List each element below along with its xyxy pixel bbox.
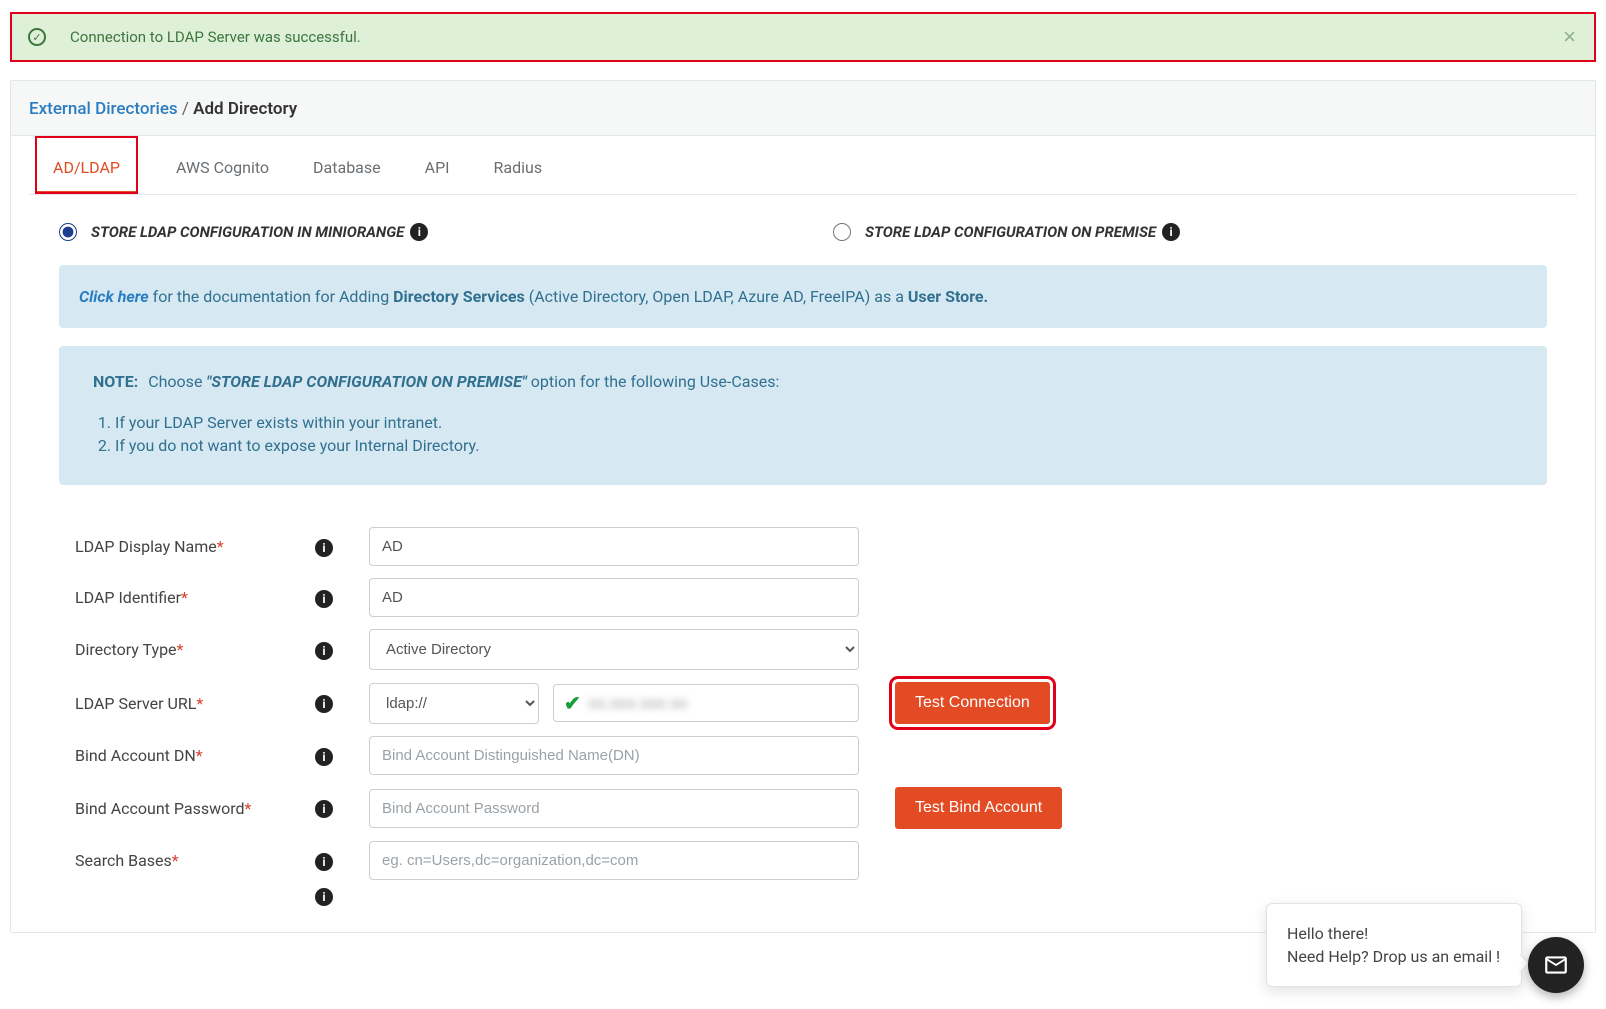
radio-store-miniorange-input[interactable]	[59, 223, 77, 241]
ldap-server-url-label: LDAP Server URL	[75, 694, 196, 713]
chat-help-bubble: Hello there! Need Help? Drop us an email…	[1266, 903, 1522, 987]
directory-type-label: Directory Type	[75, 640, 177, 659]
bind-password-label: Bind Account Password	[75, 799, 245, 818]
tab-api[interactable]: API	[419, 136, 456, 194]
ldap-identifier-label: LDAP Identifier	[75, 588, 181, 607]
page-panel: External Directories / Add Directory AD/…	[10, 80, 1596, 933]
tab-aws-cognito[interactable]: AWS Cognito	[170, 136, 275, 194]
radio-store-onpremise-label: STORE LDAP CONFIGURATION ON PREMISE	[865, 223, 1156, 241]
check-icon: ✔	[564, 691, 581, 715]
info-icon[interactable]: i	[410, 223, 428, 241]
alert-message: Connection to LDAP Server was successful…	[70, 28, 361, 46]
test-connection-button[interactable]: Test Connection	[895, 682, 1050, 724]
chat-line-1: Hello there!	[1287, 924, 1501, 943]
ldap-host-input-wrap[interactable]: ✔ xx.xxx.xxx.xx	[553, 684, 859, 722]
bind-password-input[interactable]	[369, 789, 859, 828]
chat-fab-button[interactable]	[1528, 937, 1584, 993]
info-icon[interactable]: i	[1162, 223, 1180, 241]
tab-radius[interactable]: Radius	[488, 136, 549, 194]
config-location-radio-row: STORE LDAP CONFIGURATION IN MINIORANGE i…	[29, 195, 1577, 259]
breadcrumb-parent-link[interactable]: External Directories	[29, 99, 178, 119]
tab-database[interactable]: Database	[307, 136, 387, 194]
info-icon[interactable]: i	[315, 853, 333, 871]
bind-dn-label: Bind Account DN	[75, 746, 196, 765]
ldap-host-value: xx.xxx.xxx.xx	[589, 694, 688, 712]
ldap-protocol-select[interactable]: ldap://	[369, 683, 539, 724]
tab-ad-ldap[interactable]: AD/LDAP	[35, 136, 138, 194]
content-area: AD/LDAP AWS Cognito Database API Radius …	[11, 135, 1595, 932]
documentation-callout: Click here for the documentation for Add…	[59, 265, 1547, 328]
info-icon[interactable]: i	[315, 748, 333, 766]
info-icon[interactable]: i	[315, 800, 333, 818]
mail-icon	[1543, 952, 1569, 978]
info-icon[interactable]: i	[315, 642, 333, 660]
ldap-display-name-input[interactable]	[369, 527, 859, 566]
directory-type-tabs: AD/LDAP AWS Cognito Database API Radius	[29, 136, 1577, 195]
note-callout: NOTE: Choose "STORE LDAP CONFIGURATION O…	[59, 346, 1547, 485]
ldap-config-form: LDAP Display Name* i LDAP Identifier* i …	[29, 503, 1577, 900]
note-label: NOTE:	[93, 372, 138, 391]
success-alert: ✓ Connection to LDAP Server was successf…	[10, 12, 1596, 62]
list-item: If your LDAP Server exists within your i…	[115, 413, 1513, 432]
check-circle-icon: ✓	[28, 28, 46, 46]
note-usecase-list: If your LDAP Server exists within your i…	[115, 413, 1513, 455]
chat-line-2: Need Help? Drop us an email !	[1287, 947, 1501, 966]
radio-store-onpremise-input[interactable]	[833, 223, 851, 241]
breadcrumb-current: Add Directory	[193, 99, 297, 119]
radio-store-miniorange[interactable]: STORE LDAP CONFIGURATION IN MINIORANGE i	[59, 223, 773, 241]
radio-store-onpremise[interactable]: STORE LDAP CONFIGURATION ON PREMISE i	[833, 223, 1547, 241]
click-here-link[interactable]: Click here	[79, 287, 149, 306]
bind-dn-input[interactable]	[369, 736, 859, 775]
info-icon[interactable]: i	[315, 590, 333, 608]
breadcrumb: External Directories / Add Directory	[11, 81, 1595, 135]
ldap-display-name-label: LDAP Display Name	[75, 537, 217, 556]
list-item: If you do not want to expose your Intern…	[115, 436, 1513, 455]
ldap-identifier-input[interactable]	[369, 578, 859, 617]
radio-store-miniorange-label: STORE LDAP CONFIGURATION IN MINIORANGE	[91, 223, 404, 241]
test-bind-account-button[interactable]: Test Bind Account	[895, 787, 1062, 829]
directory-type-select[interactable]: Active Directory	[369, 629, 859, 670]
info-icon[interactable]: i	[315, 695, 333, 713]
close-alert-button[interactable]: ×	[1563, 24, 1576, 50]
info-icon[interactable]: i	[315, 888, 333, 906]
info-icon[interactable]: i	[315, 539, 333, 557]
search-bases-input[interactable]	[369, 841, 859, 880]
search-bases-label: Search Bases	[75, 851, 172, 870]
